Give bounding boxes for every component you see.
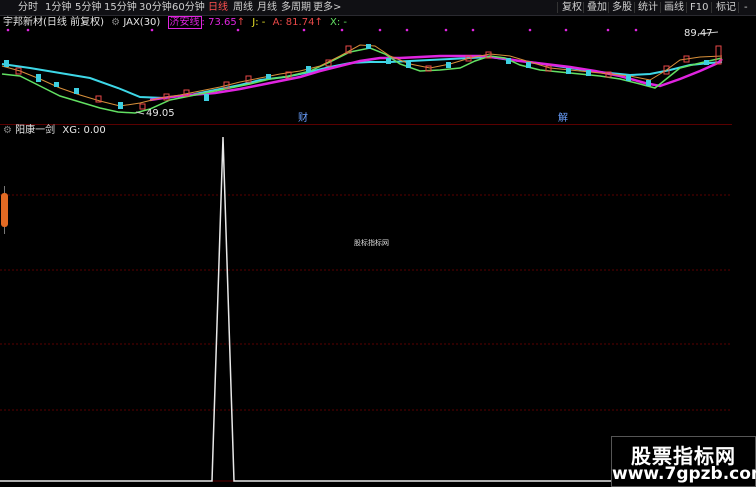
scrollbar-handle[interactable] [1, 193, 8, 227]
candle [526, 62, 531, 68]
j-label: J: - [252, 17, 266, 28]
tab-daily[interactable]: 日线 [208, 0, 228, 15]
f10-button[interactable]: F10 [690, 0, 708, 15]
signal-dot [150, 28, 154, 32]
finance-marker[interactable]: 财 [298, 113, 308, 125]
signal-dot [340, 28, 344, 32]
signal-dots [6, 28, 638, 32]
signal-dot [606, 28, 610, 32]
main-legend: 宇邦新材(日线 前复权) ⚙ JAX(30) 济安线: 73.65↑ J: - … [3, 16, 348, 29]
restore-rights-button[interactable]: 复权 [562, 0, 582, 15]
kline-chart [1, 28, 723, 115]
signal-dot [634, 28, 638, 32]
statistics-button[interactable]: 统计 [638, 0, 658, 15]
signal-dot [564, 28, 568, 32]
candle [586, 70, 591, 76]
candle [646, 80, 651, 86]
overlay-button[interactable]: 叠加 [587, 0, 607, 15]
up-arrow-icon: ↑ [314, 17, 323, 28]
toolbar-divider [660, 2, 661, 13]
toolbar-divider [608, 2, 609, 13]
tab-fenshi[interactable]: 分时 [18, 0, 38, 15]
period-toolbar: 分时 1分钟 5分钟 15分钟 30分钟 60分钟 日线 周线 月线 多周期 更… [0, 0, 756, 16]
candlesticks [4, 44, 722, 110]
up-arrow-icon: ↑ [236, 17, 246, 28]
grid-lines [0, 194, 732, 411]
jax-line-label: 济安线 [167, 16, 202, 29]
candle [204, 94, 209, 101]
watermark-text: 股标指标网 [354, 239, 389, 247]
tab-5min[interactable]: 5分钟 [75, 0, 101, 15]
high-price-label: 89.47 [684, 28, 713, 39]
toolbar-divider [711, 2, 712, 13]
x-label: X: - [330, 17, 348, 28]
tab-monthly[interactable]: 月线 [257, 0, 277, 15]
signal-dot [444, 28, 448, 32]
candle [566, 68, 571, 74]
candle [4, 60, 9, 67]
tab-1min[interactable]: 1分钟 [45, 0, 71, 15]
candle [704, 60, 709, 65]
sub-legend: ⚙ 阳康一剑 XG: 0.00 [3, 125, 106, 137]
candle [626, 74, 631, 81]
indicator-settings-icon[interactable]: ⚙ [3, 125, 12, 136]
signal-dot [378, 28, 382, 32]
toolbar-divider [738, 2, 739, 13]
candle [386, 58, 391, 64]
multi-stock-button[interactable]: 多股 [612, 0, 632, 15]
toolbar-divider [583, 2, 584, 13]
candle [266, 74, 271, 79]
indicator-panel[interactable]: ⚙ 阳康一剑 XG: 0.00 [0, 125, 732, 487]
mark-button[interactable]: 标记 [716, 0, 736, 15]
jax-line-value: 73.65 [208, 17, 237, 28]
jax-line [149, 54, 723, 102]
candle [139, 103, 146, 110]
indicator-name[interactable]: JAX(30) [123, 17, 160, 28]
signal-dot [6, 28, 10, 32]
toolbar-divider [557, 2, 558, 13]
tab-60min[interactable]: 60分钟 [172, 0, 205, 15]
indicator-chart [0, 136, 732, 482]
brand-badge: 股票指标网 www.7gpzb.com [611, 436, 756, 487]
candle [74, 88, 79, 94]
tab-30min[interactable]: 30分钟 [139, 0, 172, 15]
low-price-label: 49.05 [146, 108, 175, 119]
candle [306, 66, 311, 72]
toolbar-divider [634, 2, 635, 13]
candle [406, 62, 411, 68]
tab-more[interactable]: 更多> [313, 0, 341, 15]
signal-dot [236, 28, 240, 32]
candle [446, 62, 451, 68]
candle [54, 82, 59, 87]
indicator-settings-icon[interactable]: ⚙ [111, 17, 120, 28]
stock-title: 宇邦新材(日线 前复权) [3, 17, 104, 28]
a-label: A: 81.74 [272, 17, 315, 28]
signal-spike [0, 136, 732, 482]
tab-weekly[interactable]: 周线 [233, 0, 253, 15]
candle [506, 58, 511, 64]
candle [366, 44, 371, 49]
draw-line-button[interactable]: 画线 [664, 0, 684, 15]
xg-value: XG: 0.00 [62, 125, 106, 136]
brand-url: www.7gpzb.com [612, 464, 756, 484]
signal-dot [405, 28, 409, 32]
minimize-button[interactable]: - [744, 0, 748, 15]
candle [118, 102, 123, 109]
signal-dot [471, 28, 475, 32]
tab-multi-period[interactable]: 多周期 [281, 0, 311, 15]
sub-indicator-name[interactable]: 阳康一剑 [15, 125, 55, 136]
unlock-marker[interactable]: 解 [558, 113, 568, 125]
toolbar-divider [686, 2, 687, 13]
signal-dot [302, 28, 306, 32]
candle [36, 74, 41, 82]
kline-panel[interactable]: 宇邦新材(日线 前复权) ⚙ JAX(30) 济安线: 73.65↑ J: - … [0, 16, 732, 125]
signal-dot [528, 28, 532, 32]
signal-dot [26, 28, 30, 32]
tab-15min[interactable]: 15分钟 [104, 0, 137, 15]
